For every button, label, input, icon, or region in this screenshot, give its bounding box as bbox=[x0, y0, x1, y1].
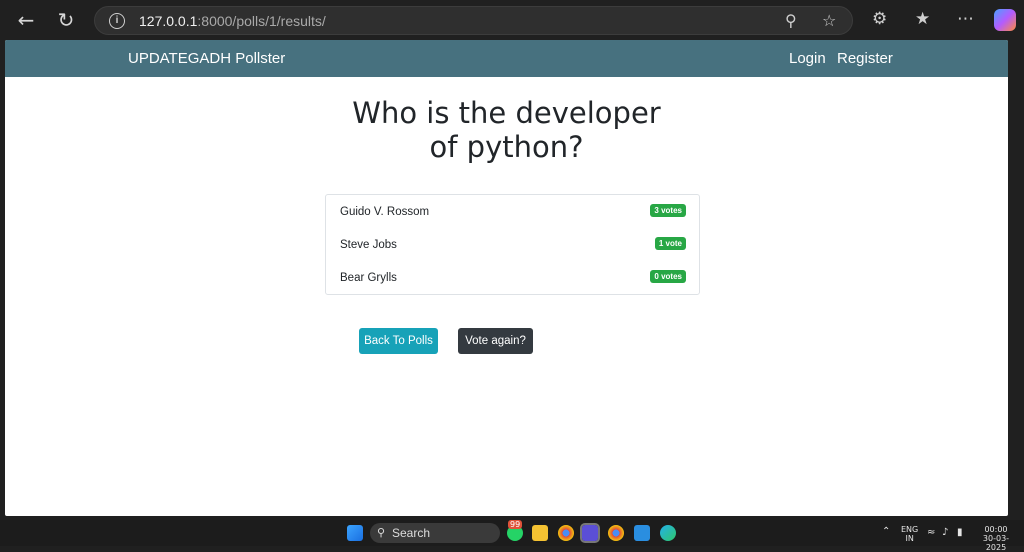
notification-badge: 99 bbox=[508, 520, 523, 529]
chrome-icon[interactable] bbox=[558, 525, 574, 541]
register-link[interactable]: Register bbox=[837, 50, 893, 67]
browser-toolbar: ← ↻ i 127.0.0.1:8000/polls/1/results/ ⚲ … bbox=[0, 0, 1024, 40]
web-page: UPDATEGADH Pollster Login Register Who i… bbox=[5, 40, 1008, 516]
list-item: Bear Grylls 0 votes bbox=[326, 261, 699, 294]
site-info-icon[interactable]: i bbox=[109, 13, 125, 29]
refresh-icon[interactable]: ↻ bbox=[52, 8, 80, 32]
vote-count-badge: 3 votes bbox=[650, 204, 686, 217]
app-icon[interactable] bbox=[580, 523, 600, 543]
vscode-icon[interactable] bbox=[634, 525, 650, 541]
brand-link[interactable]: UPDATEGADH Pollster bbox=[128, 50, 285, 67]
extensions-icon[interactable]: ⚙ bbox=[872, 9, 887, 29]
back-arrow-icon[interactable]: ← bbox=[12, 8, 40, 32]
site-navbar: UPDATEGADH Pollster Login Register bbox=[5, 40, 1008, 77]
wifi-icon[interactable]: ≈ bbox=[927, 528, 935, 538]
search-icon: ⚲ bbox=[377, 526, 386, 539]
zoom-icon[interactable]: ⚲ bbox=[785, 11, 797, 30]
page-title: Who is the developer of python? bbox=[352, 96, 661, 164]
url-text[interactable]: 127.0.0.1:8000/polls/1/results/ bbox=[139, 13, 326, 29]
taskbar: ⚲ Search 99 ⌃ ENG IN ≈ ♪ ▮ 00:00 30-03-2… bbox=[0, 520, 1024, 552]
battery-icon[interactable]: ▮ bbox=[957, 528, 963, 538]
clock[interactable]: 00:00 30-03-2025 bbox=[974, 525, 1018, 552]
language-indicator[interactable]: ENG IN bbox=[901, 525, 918, 543]
taskbar-search[interactable]: ⚲ Search bbox=[370, 523, 500, 543]
windows-start-icon[interactable] bbox=[347, 525, 363, 541]
vote-count-badge: 0 votes bbox=[650, 270, 686, 283]
choice-label: Guido V. Rossom bbox=[340, 206, 430, 218]
back-to-polls-button[interactable]: Back To Polls bbox=[359, 328, 438, 354]
results-list: Guido V. Rossom 3 votes Steve Jobs 1 vot… bbox=[325, 194, 700, 295]
login-link[interactable]: Login bbox=[789, 50, 826, 67]
address-bar[interactable]: i 127.0.0.1:8000/polls/1/results/ ⚲ ☆ bbox=[94, 6, 853, 35]
more-menu-icon[interactable]: ⋯ bbox=[957, 9, 974, 29]
volume-icon[interactable]: ♪ bbox=[942, 528, 948, 538]
copilot-icon[interactable] bbox=[994, 9, 1016, 31]
choice-label: Bear Grylls bbox=[340, 272, 397, 284]
edge-icon[interactable] bbox=[660, 525, 676, 541]
file-explorer-icon[interactable] bbox=[532, 525, 548, 541]
vote-again-button[interactable]: Vote again? bbox=[458, 328, 533, 354]
vote-count-badge: 1 vote bbox=[654, 237, 686, 250]
list-item: Steve Jobs 1 vote bbox=[326, 228, 699, 261]
list-item: Guido V. Rossom 3 votes bbox=[326, 195, 699, 228]
show-hidden-icons-chevron-icon[interactable]: ⌃ bbox=[882, 527, 890, 537]
favorites-icon[interactable]: ★ bbox=[915, 9, 930, 29]
chrome-profile-icon[interactable] bbox=[608, 525, 624, 541]
choice-label: Steve Jobs bbox=[340, 239, 397, 251]
favorite-star-icon[interactable]: ☆ bbox=[822, 11, 836, 30]
